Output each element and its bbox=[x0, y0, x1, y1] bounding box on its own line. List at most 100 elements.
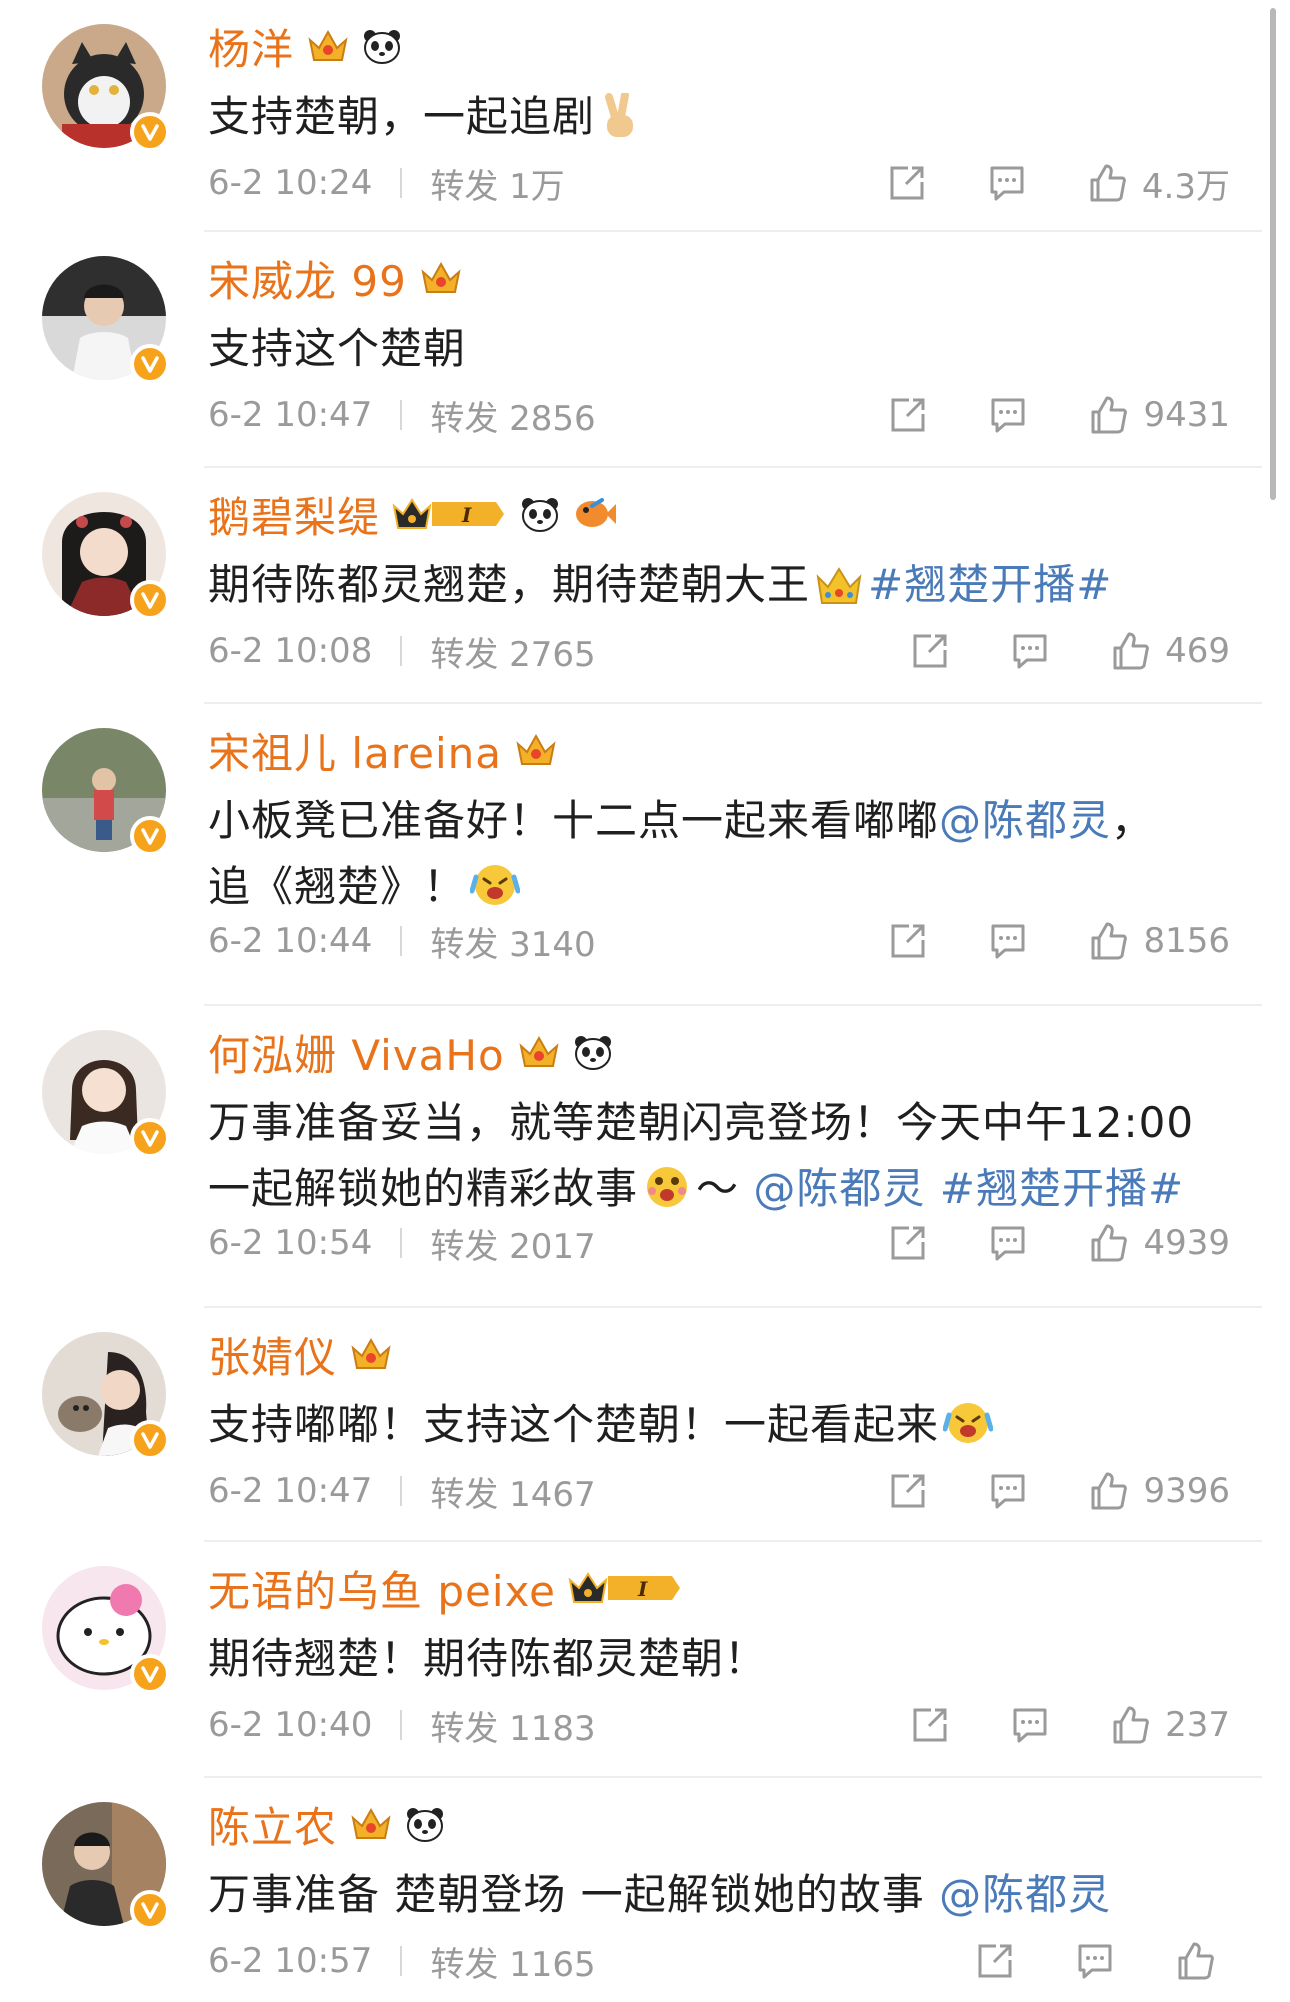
crying-laughing-emoji-icon bbox=[942, 1399, 994, 1466]
repost-count[interactable]: 转发 1165 bbox=[430, 1937, 595, 1986]
share-icon[interactable] bbox=[886, 162, 928, 204]
like-count: 4.3万 bbox=[1141, 166, 1230, 207]
comment-icon[interactable] bbox=[1009, 630, 1051, 672]
comment-text: 支持这个楚朝 bbox=[208, 324, 467, 373]
like-button[interactable] bbox=[1174, 1940, 1230, 1982]
thumbs-up-icon bbox=[1090, 164, 1126, 202]
like-count: 469 bbox=[1165, 631, 1230, 671]
share-icon[interactable] bbox=[887, 394, 929, 436]
like-count: 237 bbox=[1165, 1705, 1230, 1745]
like-button[interactable]: 469 bbox=[1109, 630, 1230, 672]
crown-badge-icon bbox=[306, 26, 350, 66]
comment-icon[interactable] bbox=[1074, 1940, 1116, 1982]
panda-icon bbox=[520, 496, 560, 532]
username[interactable]: 宋威龙 99 bbox=[208, 248, 407, 309]
crown-badge-icon bbox=[419, 258, 463, 298]
repost-count[interactable]: 转发 3140 bbox=[430, 917, 595, 966]
mention-link[interactable]: @陈都灵 bbox=[939, 796, 1111, 845]
comment-text: 期待陈都灵翘楚，期待楚朝大王 #翘楚开播# bbox=[208, 552, 1238, 626]
username[interactable]: 鹅碧梨缇 bbox=[208, 484, 380, 545]
comment-text: 支持楚朝，一起追剧 bbox=[208, 84, 1238, 158]
divider bbox=[204, 466, 1262, 468]
thumbs-up-icon bbox=[1113, 632, 1149, 670]
svg-text:I: I bbox=[637, 1577, 648, 1601]
username[interactable]: 陈立农 bbox=[208, 1794, 337, 1855]
like-button[interactable]: 8156 bbox=[1087, 920, 1230, 962]
comment-time: 6-2 10:54 bbox=[208, 1223, 373, 1263]
share-icon[interactable] bbox=[887, 920, 929, 962]
username[interactable]: 杨洋 bbox=[208, 16, 294, 77]
divider bbox=[204, 1776, 1262, 1778]
mention-link[interactable]: @陈都灵 bbox=[939, 1870, 1111, 1919]
username[interactable]: 无语的乌鱼 peixe bbox=[208, 1558, 556, 1619]
comment-icon[interactable] bbox=[986, 162, 1028, 204]
comment-icon[interactable] bbox=[1009, 1704, 1051, 1746]
repost-count[interactable]: 转发 2856 bbox=[430, 391, 595, 440]
panda-icon bbox=[362, 28, 402, 64]
scrollbar[interactable] bbox=[1270, 8, 1276, 500]
verified-icon bbox=[130, 1654, 170, 1694]
comment-time: 6-2 10:40 bbox=[208, 1705, 373, 1745]
divider bbox=[204, 1540, 1262, 1542]
verified-icon bbox=[130, 816, 170, 856]
share-icon[interactable] bbox=[909, 630, 951, 672]
share-icon[interactable] bbox=[909, 1704, 951, 1746]
verified-icon bbox=[130, 1890, 170, 1930]
panda-icon bbox=[573, 1034, 613, 1070]
comment-time: 6-2 10:08 bbox=[208, 631, 373, 671]
repost-count[interactable]: 转发 1467 bbox=[430, 1467, 595, 1516]
comment-time: 6-2 10:47 bbox=[208, 395, 373, 435]
separator bbox=[400, 400, 403, 430]
comment-text: 万事准备 楚朝登场 一起解锁她的故事 @陈都灵 bbox=[208, 1870, 1112, 1919]
repost-count[interactable]: 转发 2017 bbox=[430, 1219, 595, 1268]
separator bbox=[400, 1476, 403, 1506]
panda-icon bbox=[405, 1806, 445, 1842]
like-count: 9431 bbox=[1143, 395, 1230, 435]
verified-icon bbox=[130, 1118, 170, 1158]
username[interactable]: 宋祖儿 lareina bbox=[208, 720, 502, 781]
comment-icon[interactable] bbox=[987, 1470, 1029, 1512]
share-icon[interactable] bbox=[887, 1222, 929, 1264]
separator bbox=[400, 1228, 403, 1258]
comment-icon[interactable] bbox=[987, 920, 1029, 962]
repost-count[interactable]: 转发 1万 bbox=[430, 159, 564, 208]
like-button[interactable]: 4.3万 bbox=[1086, 159, 1230, 208]
comment-time: 6-2 10:57 bbox=[208, 1941, 373, 1981]
verified-icon bbox=[130, 1420, 170, 1460]
divider bbox=[204, 230, 1262, 232]
comment-icon[interactable] bbox=[987, 1222, 1029, 1264]
like-button[interactable]: 9431 bbox=[1087, 394, 1230, 436]
username[interactable]: 何泓姗 VivaHo bbox=[208, 1022, 505, 1083]
hashtag-link[interactable]: #翘楚开播# bbox=[940, 1164, 1184, 1213]
crown-badge-icon bbox=[349, 1334, 393, 1374]
verified-icon bbox=[130, 580, 170, 620]
hashtag-link[interactable]: #翘楚开播# bbox=[868, 560, 1112, 609]
thumbs-up-icon bbox=[1091, 922, 1128, 960]
verified-icon bbox=[130, 112, 170, 152]
share-icon[interactable] bbox=[887, 1470, 929, 1512]
separator bbox=[400, 168, 403, 198]
comment-icon[interactable] bbox=[987, 394, 1029, 436]
comment-time: 6-2 10:24 bbox=[208, 163, 373, 203]
separator bbox=[400, 1946, 403, 1976]
level-crown-badge-icon: I bbox=[568, 1568, 684, 1608]
level-crown-badge-icon: I bbox=[392, 494, 508, 534]
repost-count[interactable]: 转发 2765 bbox=[430, 627, 595, 676]
repost-count[interactable]: 转发 1183 bbox=[430, 1701, 595, 1750]
happy-emoji-icon bbox=[642, 1163, 692, 1230]
crown-badge-icon bbox=[349, 1804, 393, 1844]
like-count: 9396 bbox=[1143, 1471, 1230, 1511]
username[interactable]: 张婧仪 bbox=[208, 1324, 337, 1385]
like-count: 4939 bbox=[1143, 1223, 1230, 1263]
comment-text: 期待翘楚！期待陈都灵楚朝！ bbox=[208, 1634, 768, 1683]
like-button[interactable]: 4939 bbox=[1087, 1222, 1230, 1264]
mention-link[interactable]: @陈都灵 bbox=[753, 1164, 925, 1213]
comment-time: 6-2 10:47 bbox=[208, 1471, 373, 1511]
fish-icon bbox=[572, 496, 617, 532]
crown-emoji-icon bbox=[814, 560, 864, 626]
share-icon[interactable] bbox=[974, 1940, 1016, 1982]
like-button[interactable]: 9396 bbox=[1087, 1470, 1230, 1512]
comment-text: 万事准备妥当，就等楚朝闪亮登场！今天中午12:00 一起解锁她的精彩故事～ @陈都… bbox=[208, 1090, 1238, 1230]
comment-time: 6-2 10:44 bbox=[208, 921, 373, 961]
like-button[interactable]: 237 bbox=[1109, 1704, 1230, 1746]
